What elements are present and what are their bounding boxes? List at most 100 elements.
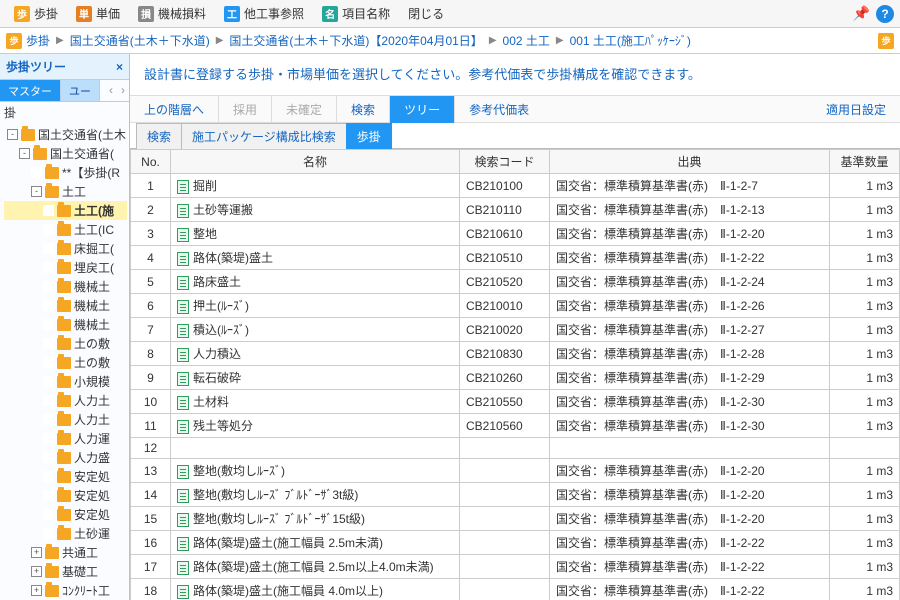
col-header[interactable]: 検索コード <box>460 150 550 174</box>
table-row[interactable]: 15整地(敷均しﾙｰｽﾞ ﾌﾞﾙﾄﾞｰｻﾞ15t級)国交省：標準積算基準書(赤)… <box>131 507 900 531</box>
table-row[interactable]: 16路体(築堤)盛土(施工幅員 2.5m未満)国交省：標準積算基準書(赤) Ⅱ-… <box>131 531 900 555</box>
breadcrumb-segment[interactable]: 002 土工 <box>503 32 550 49</box>
tree-item[interactable]: 土の敷 <box>4 334 127 353</box>
subtab-検索[interactable]: 検索 <box>136 123 182 149</box>
tree-item[interactable]: 小規模 <box>4 372 127 391</box>
tree-item[interactable]: 埋戻工( <box>4 258 127 277</box>
tree-item[interactable]: 人力土 <box>4 391 127 410</box>
sidebar-close-icon[interactable]: × <box>116 60 123 74</box>
table-row[interactable]: 12 <box>131 438 900 459</box>
col-header[interactable]: 出典 <box>550 150 830 174</box>
table-row[interactable]: 2土砂等運搬CB210110国交省：標準積算基準書(赤) Ⅱ-1-2-131 m… <box>131 198 900 222</box>
breadcrumb-segment[interactable]: 国土交通省(土木＋下水道)【2020年04月01日】 <box>229 32 482 49</box>
table-row[interactable]: 11残土等処分CB210560国交省：標準積算基準書(赤) Ⅱ-1-2-301 … <box>131 414 900 438</box>
table-row[interactable]: 18路体(築堤)盛土(施工幅員 4.0m以上)国交省：標準積算基準書(赤) Ⅱ-… <box>131 579 900 600</box>
table-row[interactable]: 7積込(ﾙｰｽﾞ)CB210020国交省：標準積算基準書(赤) Ⅱ-1-2-27… <box>131 318 900 342</box>
sidebar-tab-ユー[interactable]: ユー <box>61 80 100 101</box>
tree-item[interactable]: 土工(IC <box>4 220 127 239</box>
close-button[interactable]: 閉じる <box>400 3 452 24</box>
table-row[interactable]: 8人力積込CB210830国交省：標準積算基準書(赤) Ⅱ-1-2-281 m3 <box>131 342 900 366</box>
table-row[interactable]: 17路体(築堤)盛土(施工幅員 2.5m以上4.0m未満)国交省：標準積算基準書… <box>131 555 900 579</box>
cell-code: CB210260 <box>460 366 550 390</box>
breadcrumb-end-icon[interactable]: 歩 <box>878 33 894 49</box>
toolbar-icon: 工 <box>224 6 240 22</box>
folder-icon <box>21 129 35 141</box>
tree-item[interactable]: **【歩掛(R <box>4 163 127 182</box>
toolbar-button-項目名称[interactable]: 名項目名称 <box>314 3 398 24</box>
table-row[interactable]: 10土材料CB210550国交省：標準積算基準書(赤) Ⅱ-1-2-301 m3 <box>131 390 900 414</box>
collapse-icon[interactable]: - <box>19 148 30 159</box>
expand-icon[interactable]: + <box>31 585 42 596</box>
cell-qty: 1 m3 <box>830 318 900 342</box>
help-icon[interactable]: ? <box>876 5 894 23</box>
folder-icon <box>45 547 59 559</box>
document-icon <box>177 324 189 338</box>
tree-label: 人力盛 <box>74 449 110 466</box>
toolbar-icon: 名 <box>322 6 338 22</box>
col-header[interactable]: No. <box>131 150 171 174</box>
tab-scroll-left-icon[interactable]: ‹ <box>105 80 117 101</box>
reference-button[interactable]: 参考代価表 <box>455 96 543 123</box>
tree-item[interactable]: 機械土 <box>4 296 127 315</box>
tree-item[interactable]: 土砂運 <box>4 524 127 543</box>
expand-icon[interactable]: + <box>31 566 42 577</box>
breadcrumb-segment[interactable]: 国土交通省(土木＋下水道) <box>70 32 210 49</box>
subtab-施工パッケージ構成比検索[interactable]: 施工パッケージ構成比検索 <box>181 123 347 149</box>
collapse-icon[interactable]: - <box>31 186 42 197</box>
breadcrumb-segment[interactable]: 001 土工(施工ﾊﾟｯｹｰｼﾞ) <box>570 32 691 49</box>
subtab-歩掛[interactable]: 歩掛 <box>346 123 392 149</box>
adopt-button[interactable]: 採用 <box>219 96 271 123</box>
cell-name: 掘削 <box>171 174 460 198</box>
toolbar-button-他工事参照[interactable]: 工他工事参照 <box>216 3 312 24</box>
tree-item[interactable]: 人力運 <box>4 429 127 448</box>
tree-item[interactable]: -土工 <box>4 182 127 201</box>
breadcrumb-segment[interactable]: 歩掛 <box>26 32 50 49</box>
table-row[interactable]: 14整地(敷均しﾙｰｽﾞ ﾌﾞﾙﾄﾞｰｻﾞ3t級)国交省：標準積算基準書(赤) … <box>131 483 900 507</box>
sidebar-tab-マスター[interactable]: マスター <box>0 80 61 101</box>
tree-item[interactable]: 土の敷 <box>4 353 127 372</box>
unconfirm-button[interactable]: 未確定 <box>272 96 336 123</box>
collapse-icon[interactable]: - <box>7 129 18 140</box>
table-row[interactable]: 4路体(築堤)盛土CB210510国交省：標準積算基準書(赤) Ⅱ-1-2-22… <box>131 246 900 270</box>
col-header[interactable]: 名称 <box>171 150 460 174</box>
tree-item[interactable]: 機械土 <box>4 277 127 296</box>
table-row[interactable]: 1掘削CB210100国交省：標準積算基準書(赤) Ⅱ-1-2-71 m3 <box>131 174 900 198</box>
table-row[interactable]: 9転石破砕CB210260国交省：標準積算基準書(赤) Ⅱ-1-2-291 m3 <box>131 366 900 390</box>
table-row[interactable]: 3整地CB210610国交省：標準積算基準書(赤) Ⅱ-1-2-201 m3 <box>131 222 900 246</box>
pin-icon[interactable]: 📌 <box>853 5 870 22</box>
folder-icon <box>57 205 71 217</box>
toolbar-button-機械損料[interactable]: 損機械損料 <box>130 3 214 24</box>
table-row[interactable]: 6押土(ﾙｰｽﾞ)CB210010国交省：標準積算基準書(赤) Ⅱ-1-2-26… <box>131 294 900 318</box>
tab-scroll-right-icon[interactable]: › <box>117 80 129 101</box>
toolbar-button-歩掛[interactable]: 歩歩掛 <box>6 3 66 24</box>
up-level-button[interactable]: 上の階層へ <box>130 96 218 123</box>
folder-icon <box>57 243 71 255</box>
tree-item[interactable]: + ｺﾝｸﾘｰﾄ工 <box>4 581 127 600</box>
table-row[interactable]: 5路床盛土CB210520国交省：標準積算基準書(赤) Ⅱ-1-2-241 m3 <box>131 270 900 294</box>
toolbar-button-単価[interactable]: 単単価 <box>68 3 128 24</box>
tree-item[interactable]: 安定処 <box>4 486 127 505</box>
tree-item[interactable]: +基礎工 <box>4 562 127 581</box>
apply-date-button[interactable]: 適用日設定 <box>812 96 900 123</box>
col-header[interactable]: 基準数量 <box>830 150 900 174</box>
tree-item[interactable]: 安定処 <box>4 505 127 524</box>
tree-label: ｺﾝｸﾘｰﾄ工 <box>62 582 110 599</box>
cell-code <box>460 531 550 555</box>
folder-icon <box>57 509 71 521</box>
table-row[interactable]: 13整地(敷均しﾙｰｽﾞ)国交省：標準積算基準書(赤) Ⅱ-1-2-201 m3 <box>131 459 900 483</box>
tree-item[interactable]: 安定処 <box>4 467 127 486</box>
tree-item[interactable]: +共通工 <box>4 543 127 562</box>
tree-item[interactable]: -国土交通省( <box>4 144 127 163</box>
cell-name: 整地(敷均しﾙｰｽﾞ ﾌﾞﾙﾄﾞｰｻﾞ15t級) <box>171 507 460 531</box>
expand-icon[interactable]: + <box>31 547 42 558</box>
tree-item[interactable]: 人力盛 <box>4 448 127 467</box>
tree-item[interactable]: 人力土 <box>4 410 127 429</box>
cell-name: 路体(築堤)盛土(施工幅員 4.0m以上) <box>171 579 460 600</box>
tree-item[interactable]: 機械土 <box>4 315 127 334</box>
tree-button[interactable]: ツリー <box>390 96 454 123</box>
search-button[interactable]: 検索 <box>337 96 389 123</box>
tree-item[interactable]: -国土交通省(土木 <box>4 125 127 144</box>
tree-item[interactable]: 床掘工( <box>4 239 127 258</box>
tree-item[interactable]: 土工(施 <box>4 201 127 220</box>
sidebar-title: 歩掛ツリー <box>6 58 66 75</box>
